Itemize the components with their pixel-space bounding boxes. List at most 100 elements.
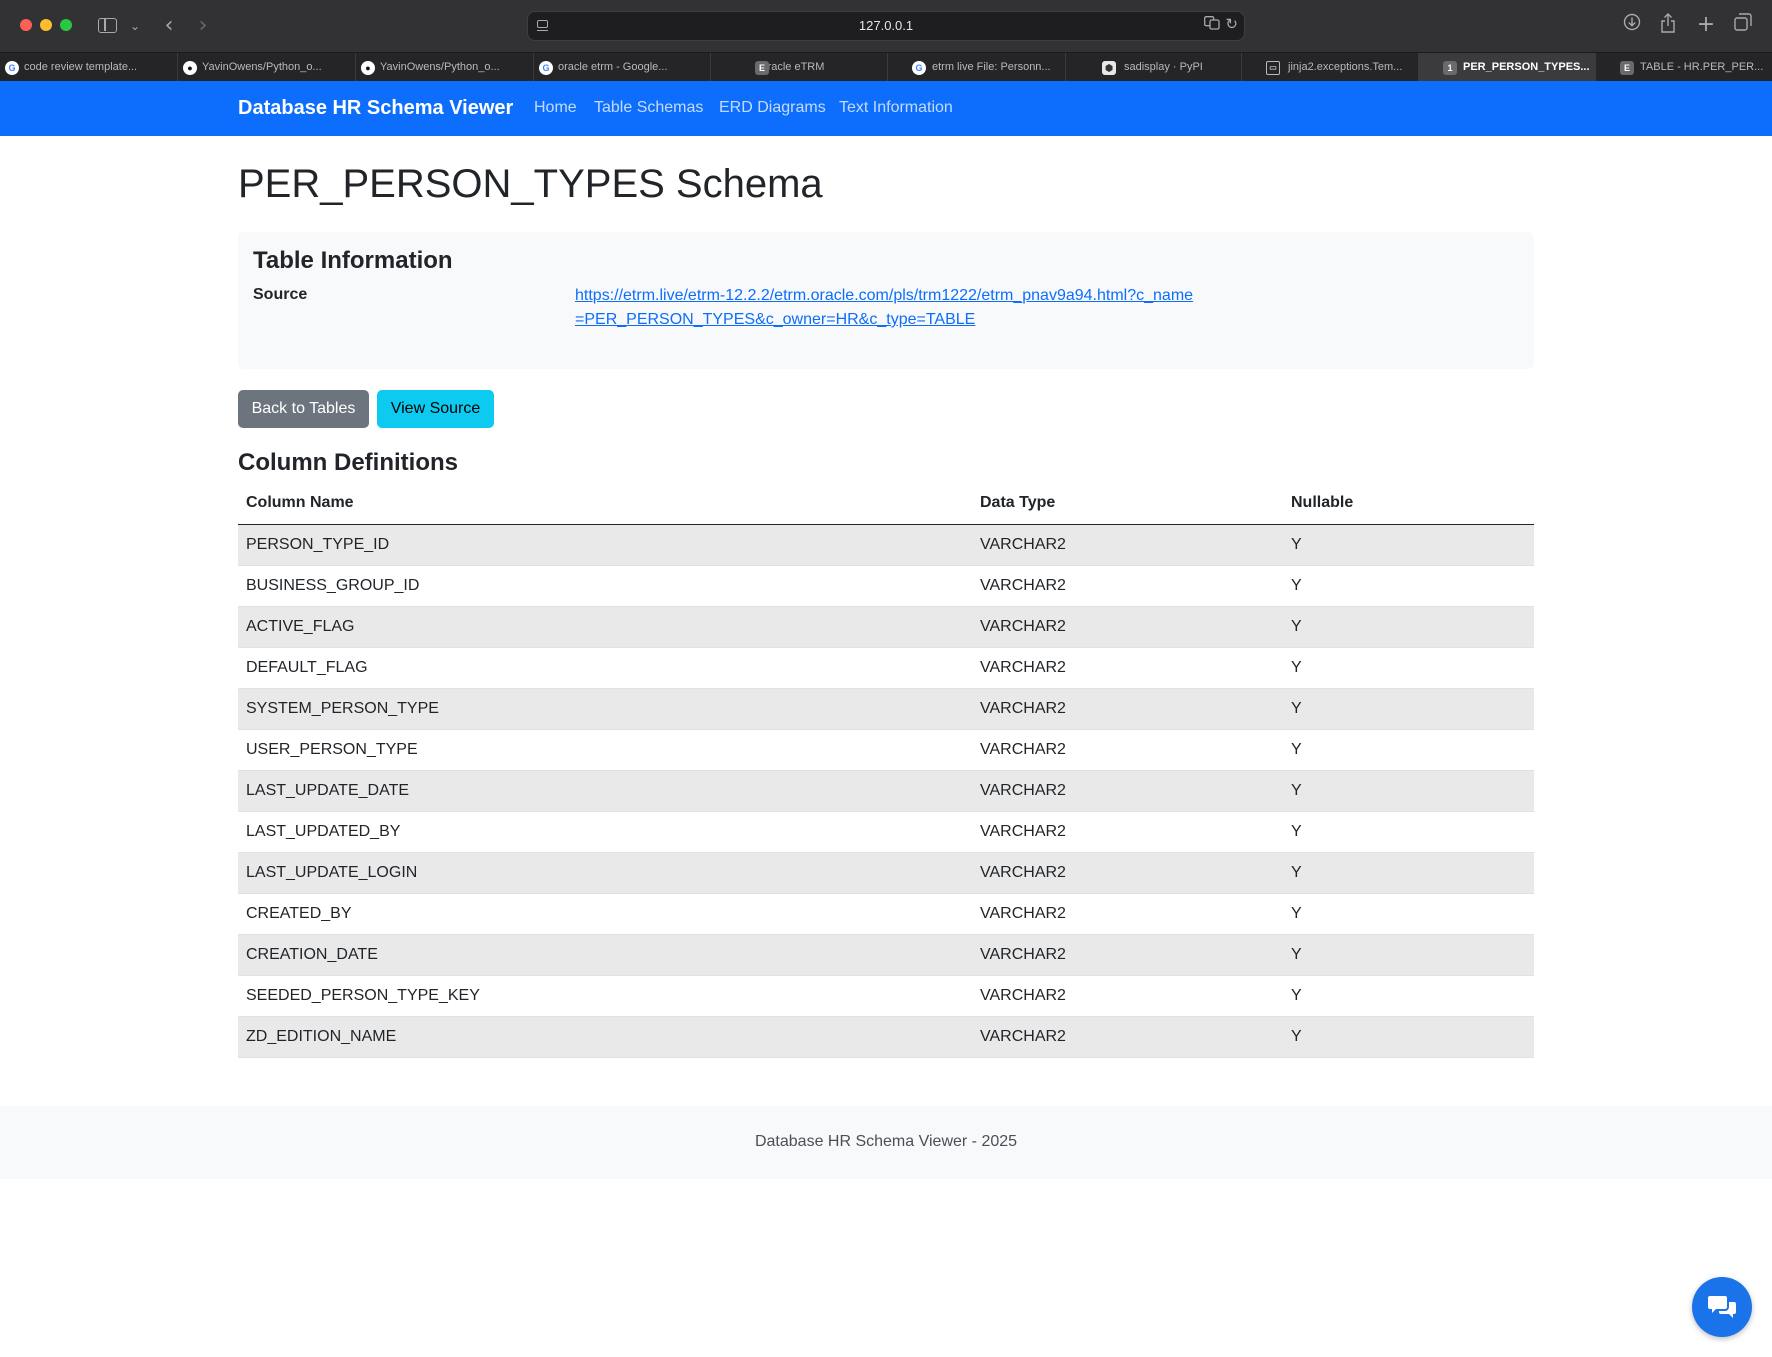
table-row: PERSON_TYPE_ID VARCHAR2 Y (238, 524, 1534, 566)
close-window-button[interactable] (20, 19, 32, 31)
column-name-cell: LAST_UPDATE_DATE (238, 770, 972, 812)
tab-overview-icon[interactable] (1731, 13, 1755, 37)
sidebar-toggle-icon[interactable] (96, 13, 118, 39)
github-icon: ● (183, 61, 197, 75)
etrm-icon: E (1620, 61, 1634, 75)
pypi-icon: ⬢ (1102, 61, 1116, 75)
nullable-cell: Y (1283, 852, 1534, 894)
nullable-cell: Y (1283, 729, 1534, 771)
nullable-cell: Y (1283, 934, 1534, 976)
new-tab-icon[interactable]: + (1694, 13, 1718, 37)
minimize-window-button[interactable] (40, 19, 52, 31)
terminal-icon: ▭ (1266, 61, 1280, 75)
address-bar[interactable]: 127.0.0.1 ↻ (527, 11, 1245, 41)
browser-tab[interactable]: ● YavinOwens/Python_o... (178, 53, 356, 82)
browser-tab[interactable]: ▭ jinja2.exceptions.Tem... (1242, 53, 1419, 82)
column-name-cell: PERSON_TYPE_ID (238, 524, 972, 566)
etrm-icon: E (755, 61, 769, 75)
chevron-down-icon[interactable]: ⌄ (127, 13, 143, 39)
data-type-cell: VARCHAR2 (972, 770, 1283, 812)
data-type-cell: VARCHAR2 (972, 975, 1283, 1017)
nullable-cell: Y (1283, 770, 1534, 812)
back-to-tables-button[interactable]: Back to Tables (238, 390, 369, 428)
nullable-cell: Y (1283, 1016, 1534, 1058)
github-icon: ● (361, 61, 375, 75)
google-icon: G (539, 61, 553, 75)
table-row: LAST_UPDATE_DATE VARCHAR2 Y (238, 770, 1534, 812)
table-row: CREATION_DATE VARCHAR2 Y (238, 934, 1534, 976)
data-type-cell: VARCHAR2 (972, 647, 1283, 689)
tab-label: YavinOwens/Python_o... (380, 61, 500, 73)
column-name-cell: CREATION_DATE (238, 934, 972, 976)
tab-label: etrm live File: Personn... (932, 61, 1051, 73)
column-header: Nullable (1283, 483, 1534, 525)
nav-link-table-schemas[interactable]: Table Schemas (594, 99, 703, 117)
table-row: SYSTEM_PERSON_TYPE VARCHAR2 Y (238, 688, 1534, 730)
column-name-cell: DEFAULT_FLAG (238, 647, 972, 689)
nullable-cell: Y (1283, 975, 1534, 1017)
table-header-row: Column Name Data Type Nullable (238, 483, 1534, 525)
nav-link-text-information[interactable]: Text Information (839, 99, 953, 117)
browser-tab[interactable]: Gcode review template... (0, 53, 178, 82)
zoom-window-button[interactable] (60, 19, 72, 31)
column-name-cell: ACTIVE_FLAG (238, 606, 972, 648)
data-type-cell: VARCHAR2 (972, 811, 1283, 853)
nav-link-erd-diagrams[interactable]: ERD Diagrams (719, 99, 826, 117)
forward-arrow-icon[interactable]: › (194, 13, 212, 39)
column-header: Column Name (238, 483, 972, 525)
share-icon[interactable] (1656, 13, 1680, 37)
browser-tab-active[interactable]: 1 PER_PERSON_TYPES... (1419, 53, 1596, 82)
nullable-cell: Y (1283, 688, 1534, 730)
data-type-cell: VARCHAR2 (972, 893, 1283, 935)
reload-icon[interactable]: ↻ (1225, 15, 1238, 33)
table-row: SEEDED_PERSON_TYPE_KEY VARCHAR2 Y (238, 975, 1534, 1017)
address-text[interactable]: 127.0.0.1 (528, 18, 1244, 33)
table-row: ZD_EDITION_NAME VARCHAR2 Y (238, 1016, 1534, 1058)
browser-tab[interactable]: E Oracle eTRM (711, 53, 888, 82)
view-source-button[interactable]: View Source (377, 390, 494, 428)
tab-label: jinja2.exceptions.Tem... (1288, 61, 1403, 73)
table-row: CREATED_BY VARCHAR2 Y (238, 893, 1534, 935)
back-arrow-icon[interactable]: ‹ (160, 13, 178, 39)
footer-text: Database HR Schema Viewer - 2025 (754, 1133, 1018, 1150)
nullable-cell: Y (1283, 811, 1534, 853)
nullable-cell: Y (1283, 893, 1534, 935)
column-name-cell: SEEDED_PERSON_TYPE_KEY (238, 975, 972, 1017)
source-link[interactable]: https://etrm.live/etrm-12.2.2/etrm.oracl… (575, 284, 1195, 332)
table-information-heading: Table Information (253, 247, 453, 274)
tab-label: YavinOwens/Python_o... (202, 61, 322, 73)
browser-tab[interactable]: E TABLE - HR.PER_PER... (1596, 53, 1772, 82)
browser-tab[interactable]: Goracle etrm - Google... (534, 53, 711, 82)
column-name-cell: LAST_UPDATE_LOGIN (238, 852, 972, 894)
nullable-cell: Y (1283, 524, 1534, 566)
translate-icon[interactable] (1204, 16, 1220, 33)
tab-label: oracle etrm - Google... (558, 61, 668, 73)
browser-tab[interactable]: Getrm live File: Personn... (888, 53, 1066, 82)
tab-label: TABLE - HR.PER_PER... (1640, 61, 1764, 73)
chat-button[interactable] (1692, 1277, 1752, 1337)
page-footer: Database HR Schema Viewer - 2025 (0, 1106, 1772, 1179)
tab-label: code review template... (24, 61, 138, 73)
column-name-cell: LAST_UPDATED_BY (238, 811, 972, 853)
nullable-cell: Y (1283, 606, 1534, 648)
data-type-cell: VARCHAR2 (972, 934, 1283, 976)
page-title: PER_PERSON_TYPES Schema (238, 162, 823, 206)
table-row: LAST_UPDATE_LOGIN VARCHAR2 Y (238, 852, 1534, 894)
table-row: BUSINESS_GROUP_ID VARCHAR2 Y (238, 565, 1534, 607)
local-app-icon: 1 (1443, 61, 1457, 75)
download-icon[interactable] (1620, 13, 1644, 37)
column-name-cell: SYSTEM_PERSON_TYPE (238, 688, 972, 730)
nav-link-home[interactable]: Home (534, 99, 577, 117)
navbar-brand[interactable]: Database HR Schema Viewer (238, 97, 513, 120)
table-row: LAST_UPDATED_BY VARCHAR2 Y (238, 811, 1534, 853)
browser-tab[interactable]: ● YavinOwens/Python_o... (356, 53, 534, 82)
data-type-cell: VARCHAR2 (972, 1016, 1283, 1058)
column-name-cell: USER_PERSON_TYPE (238, 729, 972, 771)
tab-label: sadisplay · PyPI (1124, 61, 1203, 73)
table-information-card: Table Information Source https://etrm.li… (238, 232, 1534, 369)
browser-tab[interactable]: ⬢ sadisplay · PyPI (1066, 53, 1242, 82)
browser-titlebar: ⌄ ‹ › 127.0.0.1 ↻ + (0, 0, 1772, 52)
data-type-cell: VARCHAR2 (972, 852, 1283, 894)
column-definitions-heading: Column Definitions (238, 449, 458, 476)
column-name-cell: CREATED_BY (238, 893, 972, 935)
